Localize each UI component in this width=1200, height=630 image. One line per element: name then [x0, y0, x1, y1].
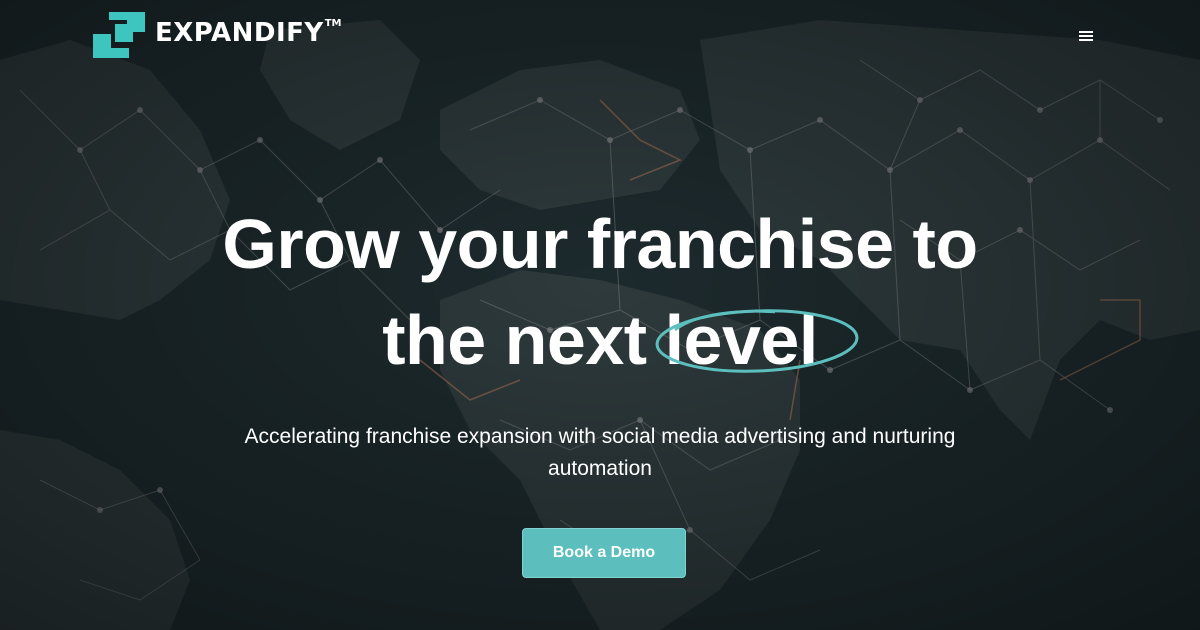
- site-header: EXPANDIFY TM: [0, 0, 1200, 70]
- headline-line-1: Grow your franchise to: [222, 205, 978, 283]
- expandify-logo-icon: [93, 12, 145, 58]
- hamburger-menu-icon: [1079, 31, 1093, 41]
- headline-line-2-prefix: the next: [382, 301, 647, 379]
- hero-subheadline: Accelerating franchise expansion with so…: [244, 425, 956, 480]
- headline-highlight: level: [655, 292, 859, 388]
- menu-button[interactable]: [1072, 24, 1100, 48]
- book-demo-button[interactable]: Book a Demo: [522, 528, 686, 578]
- logo-trademark: TM: [324, 17, 342, 29]
- expandify-logo[interactable]: EXPANDIFY TM: [93, 12, 342, 58]
- headline-highlight-word: level: [664, 301, 819, 379]
- hero-headline: Grow your franchise to the next level: [100, 196, 1100, 388]
- hero-section: EXPANDIFY TM Grow your franchise to the …: [0, 0, 1200, 630]
- logo-wordmark: EXPANDIFY: [155, 18, 324, 48]
- headline-line-2: the next level: [100, 292, 1100, 388]
